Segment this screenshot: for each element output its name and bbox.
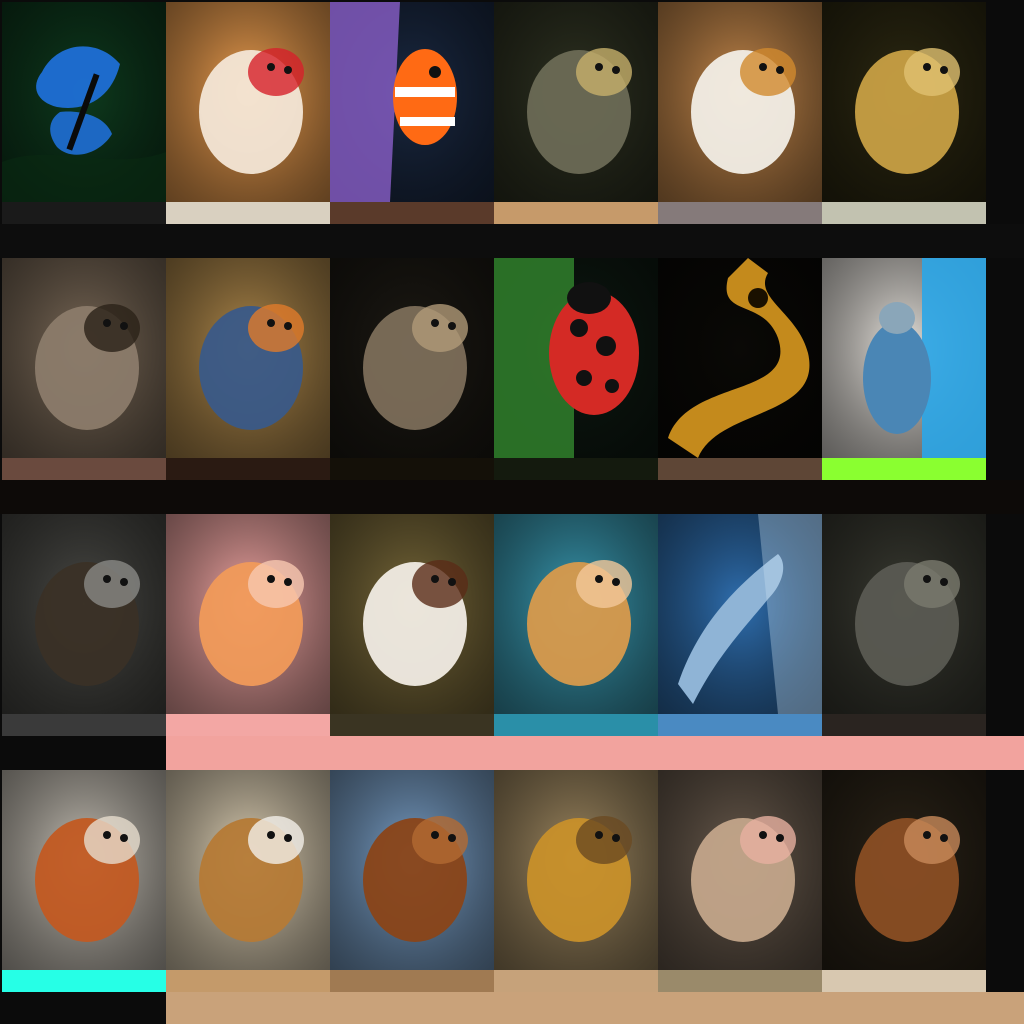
tile-edge-strip [822, 970, 986, 992]
photo-tile-dolphin-underwater [658, 514, 822, 714]
row-band-1 [0, 224, 1024, 258]
row-band-2 [0, 480, 1024, 514]
photo-tile-duck-and-ducklings [658, 2, 822, 202]
photo-tile-red-fox [2, 770, 166, 970]
photo-tile-cow [330, 514, 494, 714]
tile-edge-strip [658, 970, 822, 992]
tile-edge-strip [494, 714, 658, 736]
tile-edge-strip [2, 202, 166, 224]
photo-tile-iguana-on-rock [330, 258, 494, 458]
photo-tile-golden-retriever [494, 514, 658, 714]
photo-tile-orange-kitten [166, 514, 330, 714]
tile-edge-strip [822, 458, 986, 480]
tile-edge-strip [2, 970, 166, 992]
tile-edge-strip [658, 458, 822, 480]
tile-edge-strip [330, 202, 494, 224]
photo-tile-blue-morpho-butterfly [2, 2, 166, 202]
photo-tile-toad [2, 258, 166, 458]
photo-tile-ladybug-on-leaf [494, 258, 658, 458]
photo-tile-crocodile-head [494, 2, 658, 202]
photo-tile-clownfish-anemone [330, 2, 494, 202]
tile-edge-strip [166, 458, 330, 480]
photo-tile-brown-bear [2, 514, 166, 714]
photo-tile-coiled-snake [658, 258, 822, 458]
photo-tile-grasshopper [166, 258, 330, 458]
photo-tile-dragonfly [822, 2, 986, 202]
photo-tile-white-hen [166, 2, 330, 202]
photo-tile-sea-turtle-on-sand [822, 258, 986, 458]
tile-edge-strip [330, 714, 494, 736]
tile-edge-strip [166, 202, 330, 224]
tile-edge-strip [494, 458, 658, 480]
photo-tile-elephant [822, 514, 986, 714]
photo-tile-giraffe [166, 770, 330, 970]
tile-edge-strip [330, 458, 494, 480]
tile-edge-strip [822, 202, 986, 224]
tile-edge-strip [166, 714, 330, 736]
tile-edge-strip [330, 970, 494, 992]
row-band-4 [166, 992, 1024, 1024]
photo-tile-brown-rabbit [822, 770, 986, 970]
tile-edge-strip [494, 970, 658, 992]
photo-tile-brown-horse [330, 770, 494, 970]
tile-edge-strip [166, 970, 330, 992]
photo-tile-lion [494, 770, 658, 970]
tile-edge-strip [658, 714, 822, 736]
row-band-3 [166, 736, 1024, 770]
animal-photo-collage [0, 0, 1024, 1024]
tile-edge-strip [494, 202, 658, 224]
tile-edge-strip [658, 202, 822, 224]
tile-edge-strip [2, 458, 166, 480]
tile-edge-strip [2, 714, 166, 736]
tile-edge-strip [822, 714, 986, 736]
photo-tile-monkeys-group [658, 770, 822, 970]
